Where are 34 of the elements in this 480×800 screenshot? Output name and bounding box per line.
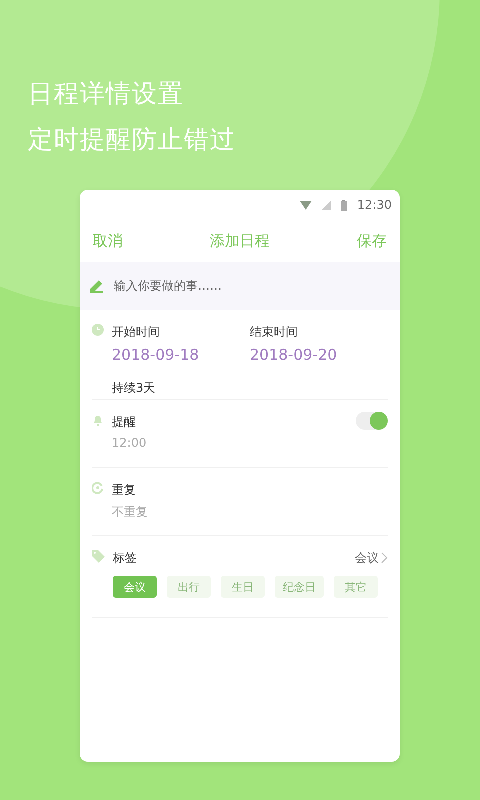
tag-chip[interactable]: 生日 xyxy=(221,576,265,598)
tag-chip[interactable]: 出行 xyxy=(167,576,211,598)
task-field[interactable]: 输入你要做的事…… xyxy=(80,262,400,310)
end-time-label: 结束时间 xyxy=(250,324,299,340)
clock-icon xyxy=(92,324,104,336)
chevron-right-icon xyxy=(381,552,388,564)
repeat-icon xyxy=(92,482,104,494)
pencil-icon xyxy=(90,279,104,293)
tags-label: 标签 xyxy=(113,550,137,566)
save-button[interactable]: 保存 xyxy=(357,232,387,250)
wifi-icon xyxy=(300,200,312,210)
current-tag-link[interactable]: 会议 xyxy=(355,550,388,566)
tag-icon xyxy=(92,550,105,563)
reminder-toggle[interactable] xyxy=(356,412,388,430)
task-input-field[interactable]: 输入你要做的事…… xyxy=(112,278,400,294)
headline: 日程详情设置 xyxy=(28,78,185,110)
headline: 定时提醒防止错过 xyxy=(28,124,237,156)
tag-chip[interactable]: 会议 xyxy=(113,576,157,598)
end-date[interactable]: 2018-09-20 xyxy=(250,346,388,364)
start-time-label: 开始时间 xyxy=(112,324,161,340)
duration-text: 持续3天 xyxy=(112,380,157,397)
screen-title: 添加日程 xyxy=(210,232,270,250)
start-date[interactable]: 2018-09-18 xyxy=(112,346,250,364)
signal-icon xyxy=(322,200,332,210)
status-time: 12:30 xyxy=(357,198,392,212)
tag-chip[interactable]: 其它 xyxy=(334,576,378,598)
cancel-button[interactable]: 取消 xyxy=(93,232,123,250)
tag-chip[interactable]: 纪念日 xyxy=(275,576,324,598)
bell-icon xyxy=(92,414,104,426)
reminder-label: 提醒 xyxy=(112,414,136,430)
battery-icon xyxy=(341,200,348,210)
repeat-value: 不重复 xyxy=(112,504,149,521)
repeat-label: 重复 xyxy=(112,482,137,498)
reminder-time: 12:00 xyxy=(112,436,148,450)
